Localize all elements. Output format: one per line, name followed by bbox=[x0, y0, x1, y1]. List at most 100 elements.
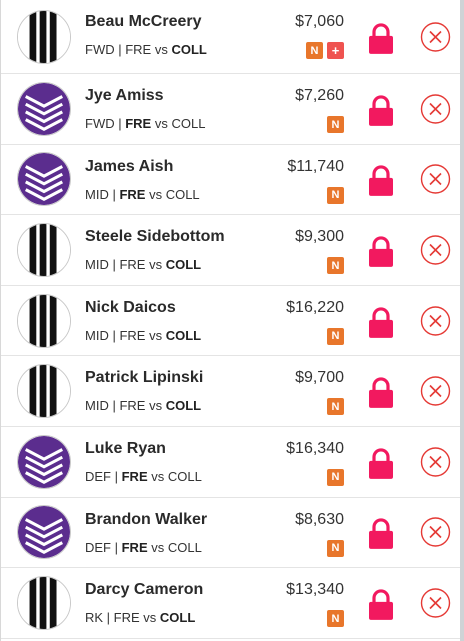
away-team: COLL bbox=[167, 539, 202, 555]
lock-icon[interactable] bbox=[368, 589, 394, 621]
player-name[interactable]: Luke Ryan bbox=[85, 440, 166, 458]
player-price: $7,260 bbox=[295, 87, 344, 104]
player-name[interactable]: James Aish bbox=[85, 158, 173, 176]
player-price: $11,740 bbox=[287, 157, 344, 175]
player-price: $16,220 bbox=[286, 298, 344, 316]
news-badge[interactable]: N bbox=[327, 468, 344, 486]
player-position: DEF bbox=[85, 539, 111, 555]
player-info: MID | FRE vs COLL bbox=[85, 398, 202, 414]
remove-icon[interactable] bbox=[420, 376, 451, 407]
lock-icon[interactable] bbox=[368, 236, 394, 268]
collingwood-logo bbox=[17, 364, 71, 419]
player-badges: N bbox=[327, 539, 344, 557]
collingwood-logo bbox=[17, 575, 71, 630]
home-team: FRE bbox=[121, 468, 148, 484]
player-info: RK | FRE vs COLL bbox=[85, 610, 196, 626]
lock-icon[interactable] bbox=[368, 377, 394, 409]
player-position: RK bbox=[85, 610, 104, 626]
home-team: FRE bbox=[125, 42, 152, 57]
fremantle-logo bbox=[17, 434, 71, 489]
remove-icon[interactable] bbox=[420, 93, 451, 124]
vs-label: vs bbox=[149, 327, 163, 343]
away-team: COLL bbox=[171, 42, 207, 57]
lock-icon[interactable] bbox=[368, 518, 394, 550]
player-row[interactable]: Jye Amiss FWD | FRE vs COLL $7,260 N bbox=[1, 74, 460, 145]
player-badges: N bbox=[327, 116, 344, 133]
player-price: $13,340 bbox=[286, 581, 344, 599]
player-badges: N bbox=[327, 610, 344, 628]
player-row[interactable]: Patrick Lipinski MID | FRE vs COLL $9,700 N bbox=[1, 356, 460, 427]
news-badge[interactable]: N bbox=[327, 186, 344, 204]
player-info: MID | FRE vs COLL bbox=[85, 257, 202, 273]
remove-icon[interactable] bbox=[420, 21, 451, 52]
player-name[interactable]: Brandon Walker bbox=[85, 511, 207, 529]
away-team: COLL bbox=[167, 468, 202, 484]
lock-icon[interactable] bbox=[368, 165, 394, 197]
fremantle-logo bbox=[17, 505, 71, 560]
player-info: MID | FRE vs COLL bbox=[85, 186, 200, 202]
remove-icon[interactable] bbox=[420, 446, 451, 477]
player-price: $7,060 bbox=[295, 13, 344, 30]
vs-label: vs bbox=[151, 468, 165, 484]
news-badge[interactable]: N bbox=[327, 398, 344, 416]
remove-icon[interactable] bbox=[420, 587, 451, 618]
lock-icon[interactable] bbox=[368, 95, 394, 127]
away-team: COLL bbox=[165, 327, 202, 343]
news-badge[interactable]: N bbox=[327, 539, 344, 557]
player-row[interactable]: Steele Sidebottom MID | FRE vs COLL $9,300… bbox=[1, 215, 460, 286]
player-name[interactable]: Steele Sidebottom bbox=[85, 228, 225, 246]
player-info: FWD | FRE vs COLL bbox=[85, 42, 207, 57]
player-row[interactable]: James Aish MID | FRE vs COLL $11,740 N bbox=[1, 145, 460, 216]
news-badge[interactable]: N bbox=[327, 116, 344, 133]
vs-label: vs bbox=[149, 398, 163, 414]
fremantle-logo bbox=[17, 152, 71, 207]
home-team: FRE bbox=[121, 539, 148, 555]
fremantle-logo bbox=[17, 81, 71, 136]
away-team: COLL bbox=[165, 257, 202, 273]
remove-icon[interactable] bbox=[420, 517, 451, 548]
away-team: COLL bbox=[171, 116, 206, 131]
player-position: MID bbox=[85, 186, 109, 202]
player-badges: N bbox=[327, 327, 344, 345]
remove-icon[interactable] bbox=[420, 164, 451, 195]
player-row[interactable]: Nick Daicos MID | FRE vs COLL $16,220 N bbox=[1, 286, 460, 357]
player-position: DEF bbox=[85, 468, 111, 484]
vs-label: vs bbox=[151, 539, 165, 555]
vs-label: vs bbox=[149, 257, 163, 273]
add-badge[interactable]: + bbox=[327, 42, 344, 59]
home-team: FRE bbox=[125, 116, 152, 131]
player-row[interactable]: Beau McCreery FWD | FRE vs COLL $7,060 N + bbox=[1, 0, 460, 74]
player-price: $9,700 bbox=[295, 369, 344, 387]
player-info: DEF | FRE vs COLL bbox=[85, 539, 202, 555]
player-price: $9,300 bbox=[295, 228, 344, 246]
lock-icon[interactable] bbox=[368, 306, 394, 338]
away-team: COLL bbox=[165, 398, 202, 414]
player-name[interactable]: Jye Amiss bbox=[85, 87, 164, 105]
home-team: FRE bbox=[119, 327, 146, 343]
vs-label: vs bbox=[143, 610, 157, 626]
player-name[interactable]: Nick Daicos bbox=[85, 299, 176, 317]
news-badge[interactable]: N bbox=[327, 257, 344, 275]
news-badge[interactable]: N bbox=[327, 327, 344, 345]
news-badge[interactable]: N bbox=[327, 610, 344, 628]
remove-icon[interactable] bbox=[420, 234, 451, 265]
collingwood-logo bbox=[17, 293, 71, 348]
lock-icon[interactable] bbox=[368, 22, 394, 54]
home-team: FRE bbox=[119, 186, 146, 202]
player-row[interactable]: Brandon Walker DEF | FRE vs COLL $8,630 N bbox=[1, 498, 460, 569]
player-position: MID bbox=[85, 257, 109, 273]
player-name[interactable]: Beau McCreery bbox=[85, 13, 202, 31]
player-row[interactable]: Darcy Cameron RK | FRE vs COLL $13,340 N bbox=[1, 568, 460, 639]
remove-icon[interactable] bbox=[420, 305, 451, 336]
player-name[interactable]: Patrick Lipinski bbox=[85, 369, 203, 387]
player-price: $16,340 bbox=[286, 439, 344, 457]
player-position: FWD bbox=[85, 42, 115, 57]
lock-icon[interactable] bbox=[368, 448, 394, 480]
player-row[interactable]: Luke Ryan DEF | FRE vs COLL $16,340 N bbox=[1, 427, 460, 498]
vs-label: vs bbox=[149, 186, 163, 202]
player-info: DEF | FRE vs COLL bbox=[85, 468, 202, 484]
news-badge[interactable]: N bbox=[306, 42, 323, 59]
player-name[interactable]: Darcy Cameron bbox=[85, 581, 203, 599]
player-position: MID bbox=[85, 398, 109, 414]
player-badges: N bbox=[327, 398, 344, 416]
